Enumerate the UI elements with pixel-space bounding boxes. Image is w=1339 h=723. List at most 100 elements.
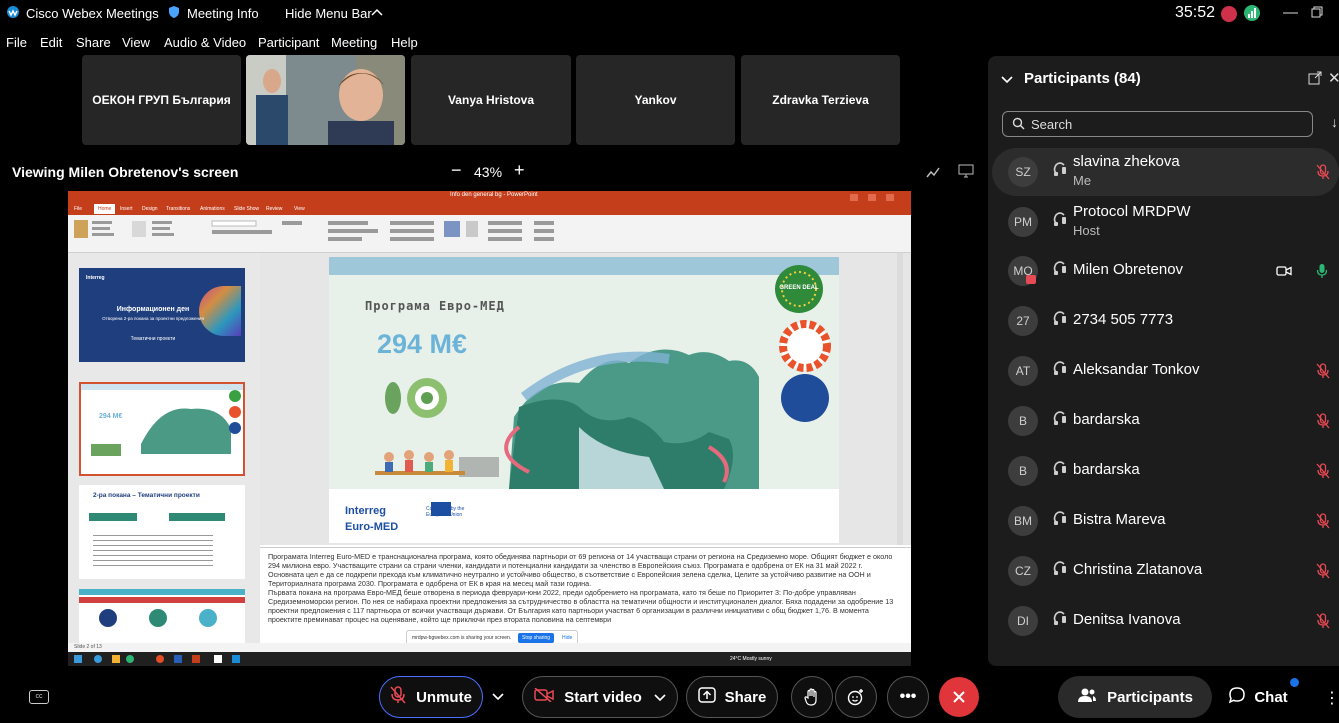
tile-name: Vanya Hristova bbox=[447, 93, 535, 107]
slide-thumbnails-pane[interactable]: Interreg Информационен ден Отворена 2-ра… bbox=[68, 253, 260, 649]
close-panel-icon[interactable]: ✕ bbox=[1328, 69, 1339, 87]
participant-row[interactable]: MO Milen Obretenov bbox=[992, 247, 1339, 295]
ppt-tab[interactable]: File bbox=[74, 206, 82, 212]
microphone-muted-icon[interactable] bbox=[1316, 463, 1330, 484]
people-illustration-icon bbox=[375, 447, 465, 487]
search-input[interactable]: Search bbox=[1002, 111, 1313, 137]
audio-connection-icon bbox=[1052, 610, 1068, 632]
participant-row[interactable]: PM Protocol MRDPW Host bbox=[992, 198, 1339, 246]
restore-icon[interactable] bbox=[1311, 5, 1323, 22]
participant-name: Aleksandar Tonkov bbox=[1073, 361, 1200, 378]
ppt-close-button[interactable] bbox=[886, 194, 894, 201]
microphone-muted-icon[interactable] bbox=[1316, 164, 1330, 185]
ppt-tab[interactable]: Transitions bbox=[166, 206, 190, 212]
end-meeting-button[interactable] bbox=[939, 677, 979, 717]
participants-label: Participants bbox=[1107, 688, 1193, 706]
video-tile[interactable]: Zdravka Terzieva bbox=[741, 55, 900, 145]
slide-thumbnail-1[interactable]: Interreg Информационен ден Отворена 2-ра… bbox=[79, 268, 245, 362]
zoom-in-button[interactable]: + bbox=[514, 160, 525, 181]
menu-audio-video[interactable]: Audio & Video bbox=[164, 35, 246, 50]
participant-row[interactable]: SZ slavina zhekova Me bbox=[992, 148, 1339, 196]
annotate-icon[interactable] bbox=[925, 164, 941, 185]
slide-thumbnail-3[interactable]: 2-ра покана – Тематични проекти bbox=[79, 485, 245, 579]
stop-sharing-button[interactable]: Stop sharing bbox=[518, 633, 555, 643]
hide-button[interactable]: Hide bbox=[562, 635, 572, 641]
ppt-window-button[interactable] bbox=[868, 194, 876, 201]
microphone-muted-icon[interactable] bbox=[1316, 613, 1330, 634]
ppt-tab[interactable]: Design bbox=[142, 206, 158, 212]
meeting-info-button[interactable]: Meeting Info bbox=[187, 6, 259, 21]
microphone-muted-icon[interactable] bbox=[1316, 363, 1330, 384]
zoom-out-button[interactable]: − bbox=[451, 160, 462, 181]
slide-scrollbar[interactable] bbox=[897, 253, 903, 545]
euro-med-logo: Euro-MED bbox=[345, 521, 399, 533]
start-video-button[interactable]: Start video bbox=[522, 676, 678, 718]
participant-row[interactable]: AT Aleksandar Tonkov bbox=[992, 347, 1339, 395]
share-button[interactable]: Share bbox=[686, 676, 778, 718]
video-tile[interactable]: Vanya Hristova bbox=[411, 55, 571, 145]
sort-icon[interactable]: ↓ bbox=[1331, 114, 1338, 130]
hide-menu-bar-button[interactable]: Hide Menu Bar bbox=[285, 6, 372, 21]
participant-row[interactable]: Bbardarska bbox=[992, 447, 1339, 495]
audio-connection-icon bbox=[1052, 560, 1068, 582]
participant-row[interactable]: 27 2734 505 7773 bbox=[992, 297, 1339, 345]
ppt-tab[interactable]: Slide Show bbox=[234, 206, 259, 212]
participants-button[interactable]: Participants bbox=[1058, 676, 1212, 718]
participant-row[interactable]: CZ Christina Zlatanova bbox=[992, 547, 1339, 595]
menu-edit[interactable]: Edit bbox=[40, 35, 62, 50]
video-tile[interactable]: ОЕКОН ГРУП България bbox=[82, 55, 241, 145]
slide-thumbnail-2-selected[interactable]: 294 M€ bbox=[79, 382, 245, 476]
participant-row[interactable]: DI Denitsa Ivanova bbox=[992, 597, 1339, 645]
video-camera-icon bbox=[1276, 264, 1292, 282]
menu-participant[interactable]: Participant bbox=[258, 35, 319, 50]
minimize-icon[interactable]: — bbox=[1283, 4, 1298, 21]
ppt-tab[interactable]: Insert bbox=[120, 206, 133, 212]
participant-row[interactable]: BM Bistra Mareva bbox=[992, 497, 1339, 545]
shield-icon bbox=[168, 5, 180, 22]
microphone-muted-icon[interactable] bbox=[1316, 413, 1330, 434]
network-health-icon[interactable] bbox=[1244, 5, 1260, 21]
raise-hand-button[interactable] bbox=[791, 676, 833, 718]
chat-button[interactable]: Chat bbox=[1218, 676, 1298, 718]
participant-row[interactable]: Bbardarska bbox=[992, 397, 1339, 445]
video-tile[interactable]: Yankov bbox=[576, 55, 735, 145]
audio-options-chevron[interactable] bbox=[485, 676, 511, 718]
menu-help[interactable]: Help bbox=[391, 35, 418, 50]
audio-connection-icon bbox=[1052, 510, 1068, 532]
share-label: Share bbox=[724, 688, 767, 706]
microphone-muted-icon[interactable] bbox=[1316, 563, 1330, 584]
search-placeholder: Search bbox=[1031, 117, 1073, 132]
microphone-on-icon[interactable] bbox=[1316, 263, 1328, 284]
menu-meeting[interactable]: Meeting bbox=[331, 35, 377, 50]
video-tile-active[interactable] bbox=[246, 55, 405, 145]
menu-view[interactable]: View bbox=[122, 35, 150, 50]
collapse-chevron-icon[interactable] bbox=[1000, 72, 1014, 90]
more-options-button[interactable]: ••• bbox=[887, 676, 929, 718]
microphone-muted-icon[interactable] bbox=[1316, 513, 1330, 534]
chevron-up-icon[interactable] bbox=[370, 5, 384, 20]
current-slide[interactable]: Програма Евро-МЕД 294 M€ Interreg Euro-M… bbox=[329, 257, 839, 543]
ppt-window-button[interactable] bbox=[850, 194, 858, 201]
popout-icon[interactable] bbox=[1308, 71, 1322, 90]
ppt-tab[interactable]: Review bbox=[266, 206, 282, 212]
menu-file[interactable]: File bbox=[6, 35, 27, 50]
ppt-tab-active[interactable]: Home bbox=[94, 204, 116, 214]
participant-name: Christina Zlatanova bbox=[1073, 561, 1203, 578]
slide-thumbnail-4[interactable] bbox=[79, 589, 245, 649]
chevron-down-icon[interactable] bbox=[654, 689, 666, 706]
ppt-tab[interactable]: Animations bbox=[200, 206, 225, 212]
slide-editor[interactable]: Програма Евро-МЕД 294 M€ Interreg Euro-M… bbox=[260, 253, 911, 545]
search-icon bbox=[1012, 117, 1025, 135]
screen-options-icon[interactable] bbox=[958, 164, 974, 183]
participant-name: Milen Obretenov bbox=[1073, 261, 1184, 278]
sustainability-icon bbox=[381, 373, 451, 423]
more-panels-icon[interactable]: ⋮ bbox=[1324, 688, 1339, 708]
menu-share[interactable]: Share bbox=[76, 35, 111, 50]
unmute-button[interactable]: Unmute bbox=[379, 676, 483, 718]
reactions-button[interactable] bbox=[835, 676, 877, 718]
notes-pane[interactable]: Програмата Interreg Euro-MED е транснаци… bbox=[260, 547, 911, 644]
shared-screen[interactable]: Info den general bg - PowerPoint File Ho… bbox=[68, 191, 911, 666]
ppt-tab[interactable]: View bbox=[294, 206, 305, 212]
captions-icon[interactable]: cc bbox=[29, 690, 49, 704]
participant-name: bardarska bbox=[1073, 461, 1140, 478]
